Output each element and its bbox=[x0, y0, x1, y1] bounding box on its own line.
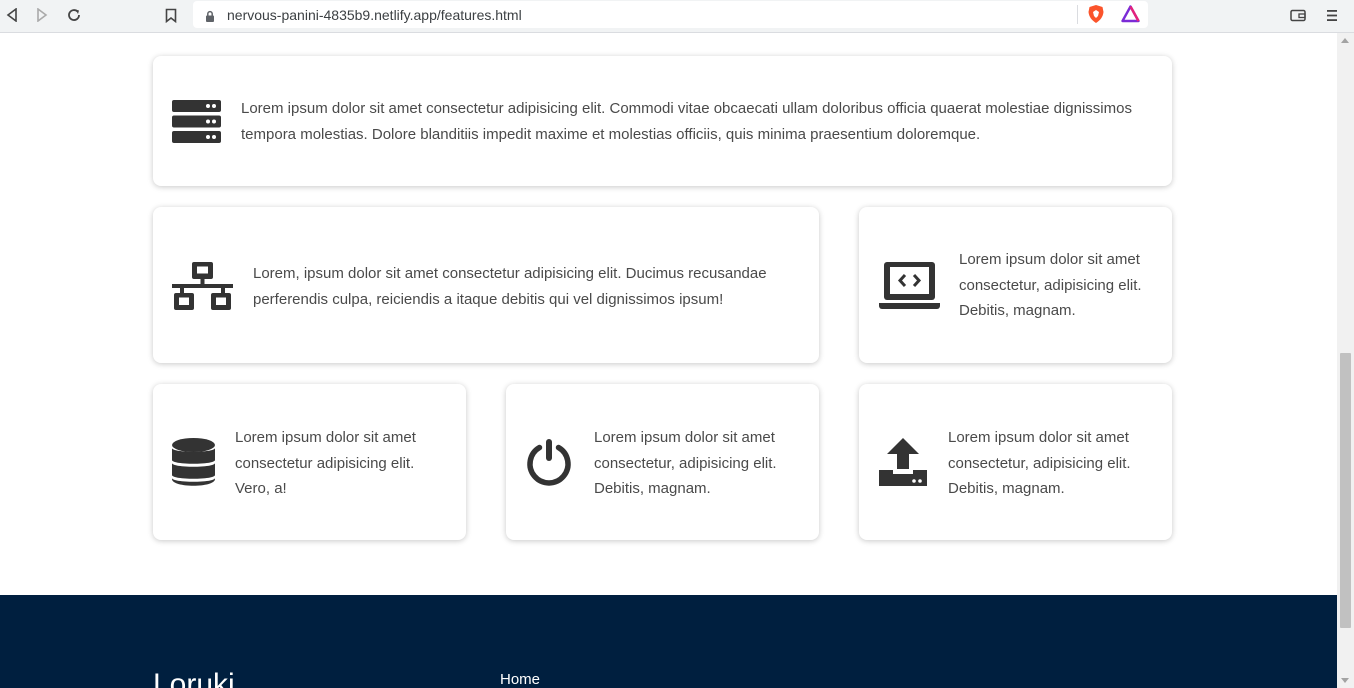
back-icon[interactable] bbox=[0, 4, 24, 26]
feature-card-text: Lorem ipsum dolor sit amet consectetur a… bbox=[235, 429, 416, 497]
scroll-up-arrow-icon[interactable] bbox=[1341, 38, 1349, 43]
database-icon bbox=[172, 438, 215, 486]
feature-card-network: Lorem, ipsum dolor sit amet consectetur … bbox=[153, 207, 819, 363]
bookmark-icon[interactable] bbox=[159, 4, 183, 26]
lock-icon bbox=[205, 8, 215, 27]
brave-rewards-icon[interactable] bbox=[1121, 5, 1140, 27]
feature-card-text: Lorem ipsum dolor sit amet consectetur, … bbox=[594, 429, 777, 497]
feature-card-upload: Lorem ipsum dolor sit amet consectetur, … bbox=[859, 384, 1172, 540]
feature-card-text: Lorem ipsum dolor sit amet consectetur, … bbox=[948, 429, 1131, 497]
reload-icon[interactable] bbox=[62, 4, 86, 26]
power-icon bbox=[525, 438, 573, 486]
feature-card-database: Lorem ipsum dolor sit amet consectetur a… bbox=[153, 384, 466, 540]
browser-toolbar: nervous-panini-4835b9.netlify.app/featur… bbox=[0, 0, 1354, 33]
network-icon bbox=[172, 262, 233, 310]
feature-card-power: Lorem ipsum dolor sit amet consectetur, … bbox=[506, 384, 819, 540]
feature-card-text: Lorem, ipsum dolor sit amet consectetur … bbox=[253, 265, 767, 308]
feature-card-server: Lorem ipsum dolor sit amet consectetur a… bbox=[153, 56, 1172, 186]
address-bar[interactable]: nervous-panini-4835b9.netlify.app/featur… bbox=[193, 1, 1148, 28]
feature-card-text: Lorem ipsum dolor sit amet consectetur, … bbox=[959, 251, 1142, 319]
scroll-thumb[interactable] bbox=[1340, 353, 1351, 628]
server-icon bbox=[172, 100, 221, 144]
menu-icon[interactable] bbox=[1320, 4, 1344, 26]
url-divider bbox=[1077, 5, 1078, 24]
feature-card-text: Lorem ipsum dolor sit amet consectetur a… bbox=[241, 100, 1132, 143]
upload-icon bbox=[879, 438, 927, 486]
page-scrollbar[interactable] bbox=[1337, 33, 1354, 688]
url-text[interactable]: nervous-panini-4835b9.netlify.app/featur… bbox=[227, 7, 522, 23]
forward-icon[interactable] bbox=[30, 4, 54, 26]
laptop-code-icon bbox=[879, 262, 940, 311]
site-footer: Loruki Home bbox=[0, 595, 1337, 688]
footer-link-home[interactable]: Home bbox=[500, 671, 540, 688]
footer-brand-logo[interactable]: Loruki bbox=[153, 668, 235, 688]
feature-card-laptop: Lorem ipsum dolor sit amet consectetur, … bbox=[859, 207, 1172, 363]
wallet-icon[interactable] bbox=[1286, 4, 1310, 26]
brave-shield-icon[interactable] bbox=[1087, 4, 1105, 28]
scroll-down-arrow-icon[interactable] bbox=[1341, 678, 1349, 683]
